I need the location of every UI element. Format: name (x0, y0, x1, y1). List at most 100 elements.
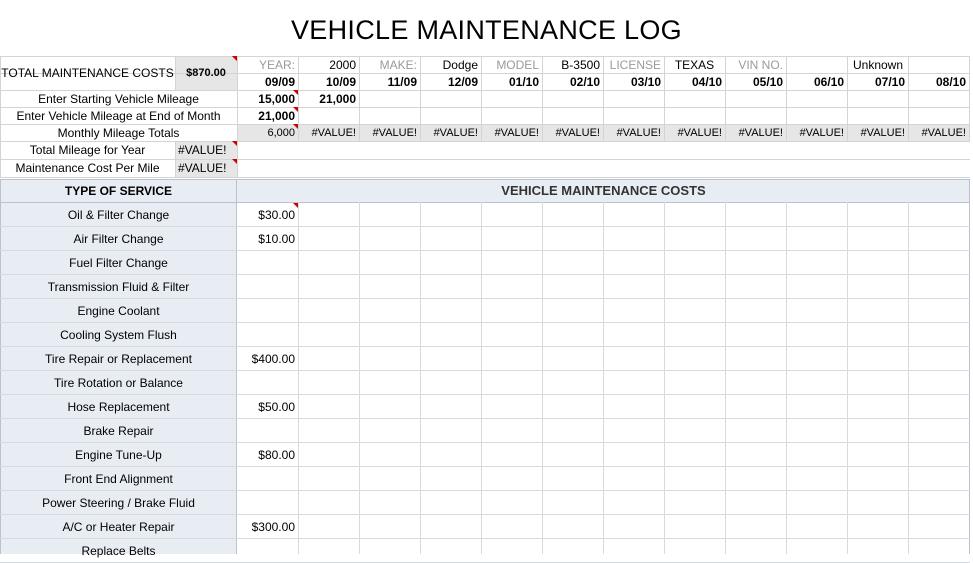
service-cost-cell[interactable] (909, 467, 969, 490)
service-cost-cell[interactable] (421, 203, 481, 226)
service-cost-cell[interactable] (421, 275, 481, 298)
service-cost-cell[interactable] (299, 347, 359, 370)
monthly-mileage-cell[interactable]: 6,000 (237, 124, 298, 141)
service-cost-cell[interactable]: $10.00 (237, 227, 298, 250)
monthly-mileage-cell[interactable]: #VALUE! (420, 124, 481, 141)
service-cost-cell[interactable] (604, 299, 664, 322)
service-cost-cell[interactable] (299, 443, 359, 466)
service-cost-cell[interactable] (665, 419, 725, 442)
service-cost-cell[interactable] (726, 419, 786, 442)
service-cost-cell[interactable] (726, 203, 786, 226)
service-cost-cell[interactable] (665, 275, 725, 298)
service-cost-cell[interactable] (482, 251, 542, 274)
ending-mileage-cell[interactable] (847, 107, 908, 124)
service-cost-cell[interactable] (787, 299, 847, 322)
service-cost-cell[interactable] (543, 203, 603, 226)
monthly-mileage-cell[interactable]: #VALUE! (603, 124, 664, 141)
service-cost-cell[interactable] (604, 491, 664, 514)
service-cost-cell[interactable] (237, 251, 298, 274)
service-cost-cell[interactable] (848, 539, 908, 562)
service-cost-cell[interactable] (726, 227, 786, 250)
service-cost-cell[interactable] (787, 515, 847, 538)
service-cost-cell[interactable] (726, 467, 786, 490)
starting-mileage-cell[interactable] (908, 90, 969, 107)
service-cost-cell[interactable] (787, 443, 847, 466)
service-cost-cell[interactable]: $50.00 (237, 395, 298, 418)
service-cost-cell[interactable] (237, 371, 298, 394)
service-cost-cell[interactable] (909, 203, 969, 226)
service-cost-cell[interactable] (421, 347, 481, 370)
service-cost-cell[interactable]: $300.00 (237, 515, 298, 538)
service-cost-cell[interactable] (604, 227, 664, 250)
service-cost-cell[interactable] (421, 395, 481, 418)
service-cost-cell[interactable] (421, 251, 481, 274)
service-cost-cell[interactable] (787, 275, 847, 298)
service-cost-cell[interactable] (909, 539, 969, 562)
service-cost-cell[interactable] (909, 275, 969, 298)
service-cost-cell[interactable] (360, 491, 420, 514)
service-cost-cell[interactable] (482, 299, 542, 322)
monthly-mileage-cell[interactable]: #VALUE! (847, 124, 908, 141)
service-cost-cell[interactable] (543, 371, 603, 394)
service-cost-cell[interactable] (909, 347, 969, 370)
service-cost-cell[interactable] (237, 419, 298, 442)
cost-per-mile-value[interactable]: #VALUE! (175, 159, 237, 177)
service-cost-cell[interactable] (848, 467, 908, 490)
service-cost-cell[interactable] (299, 539, 359, 562)
service-cost-cell[interactable] (299, 371, 359, 394)
monthly-mileage-cell[interactable]: #VALUE! (786, 124, 847, 141)
service-cost-cell[interactable] (665, 515, 725, 538)
service-cost-cell[interactable] (482, 539, 542, 562)
service-cost-cell[interactable] (299, 299, 359, 322)
vin-value[interactable]: Unknown (786, 56, 970, 73)
service-cost-cell[interactable] (237, 491, 298, 514)
service-cost-cell[interactable] (543, 491, 603, 514)
service-cost-cell[interactable] (360, 419, 420, 442)
service-cost-cell[interactable] (787, 419, 847, 442)
service-cost-cell[interactable] (543, 227, 603, 250)
service-cost-cell[interactable] (604, 203, 664, 226)
service-cost-cell[interactable] (360, 371, 420, 394)
service-cost-cell[interactable] (665, 347, 725, 370)
service-cost-cell[interactable] (787, 395, 847, 418)
ending-mileage-cell[interactable] (359, 107, 420, 124)
service-cost-cell[interactable] (543, 275, 603, 298)
monthly-mileage-cell[interactable]: #VALUE! (481, 124, 542, 141)
ending-mileage-cell[interactable] (786, 107, 847, 124)
service-cost-cell[interactable] (237, 539, 298, 562)
ending-mileage-cell[interactable] (481, 107, 542, 124)
service-cost-cell[interactable] (787, 491, 847, 514)
model-value[interactable]: B-3500 (542, 56, 603, 73)
service-cost-cell[interactable] (482, 515, 542, 538)
service-cost-cell[interactable] (665, 539, 725, 562)
service-cost-cell[interactable] (787, 467, 847, 490)
service-cost-cell[interactable]: $30.00 (237, 203, 298, 226)
ending-mileage-cell[interactable] (298, 107, 359, 124)
starting-mileage-cell[interactable] (786, 90, 847, 107)
service-cost-cell[interactable] (299, 203, 359, 226)
service-cost-cell[interactable] (909, 395, 969, 418)
license-value[interactable]: TEXAS (664, 56, 725, 73)
service-cost-cell[interactable] (848, 443, 908, 466)
service-cost-cell[interactable] (237, 323, 298, 346)
service-cost-cell[interactable] (360, 443, 420, 466)
service-cost-cell[interactable] (726, 275, 786, 298)
service-cost-cell[interactable] (726, 443, 786, 466)
service-cost-cell[interactable] (909, 371, 969, 394)
service-cost-cell[interactable] (482, 227, 542, 250)
service-cost-cell[interactable] (665, 467, 725, 490)
starting-mileage-cell[interactable] (664, 90, 725, 107)
service-cost-cell[interactable] (787, 371, 847, 394)
service-cost-cell[interactable] (665, 371, 725, 394)
service-cost-cell[interactable] (360, 227, 420, 250)
service-cost-cell[interactable] (421, 467, 481, 490)
ending-mileage-cell[interactable] (664, 107, 725, 124)
service-cost-cell[interactable] (543, 323, 603, 346)
service-cost-cell[interactable] (543, 467, 603, 490)
service-cost-cell[interactable] (665, 491, 725, 514)
service-cost-cell[interactable] (665, 323, 725, 346)
service-cost-cell[interactable] (604, 251, 664, 274)
service-cost-cell[interactable] (482, 203, 542, 226)
service-cost-cell[interactable] (604, 275, 664, 298)
service-cost-cell[interactable] (299, 467, 359, 490)
